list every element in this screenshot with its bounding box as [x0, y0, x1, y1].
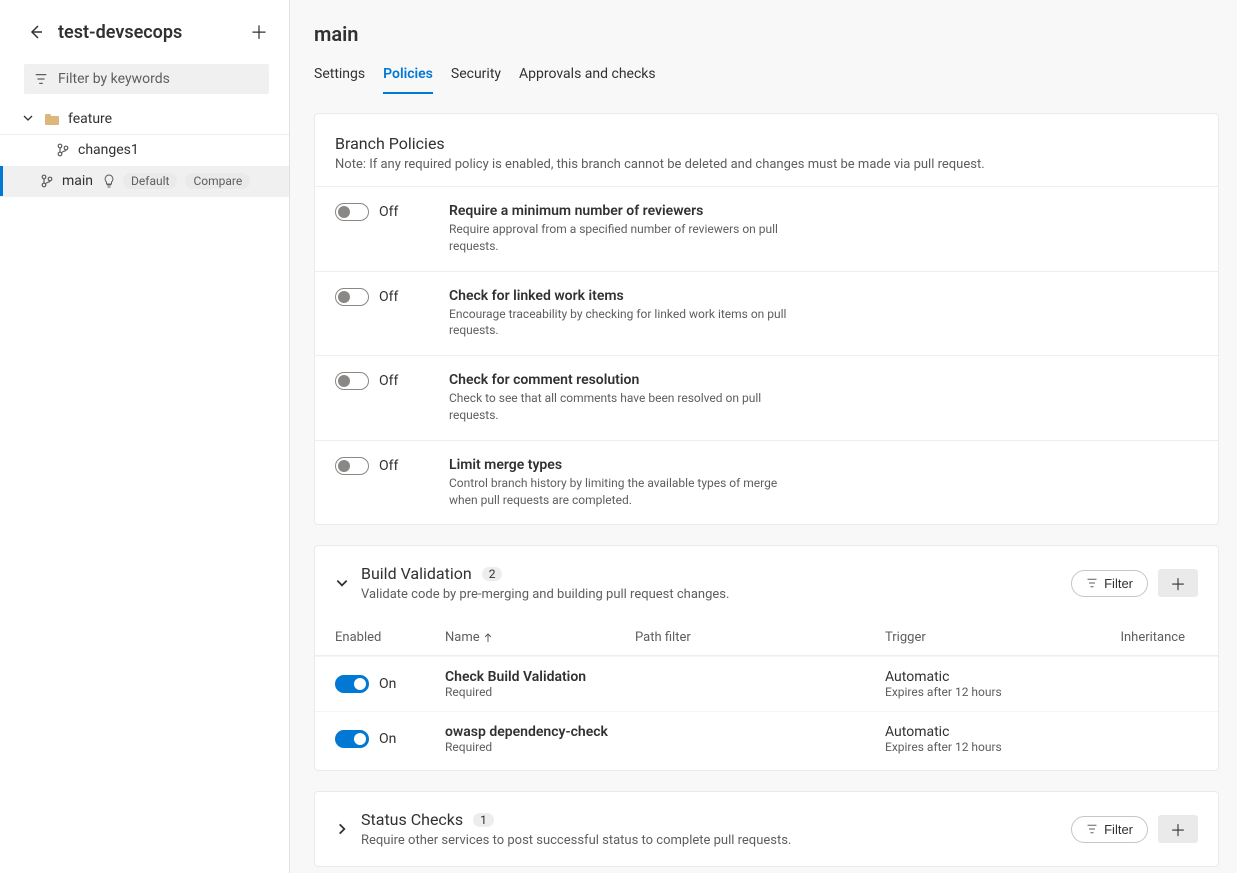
tab-policies[interactable]: Policies — [383, 60, 433, 94]
status-checks-title: Status Checks — [361, 810, 463, 829]
policy-row-limit-merge-types: Off Limit merge types Control branch his… — [315, 440, 1218, 525]
bv-name: owasp dependency-check — [445, 724, 635, 740]
build-validation-card: Build Validation 2 Validate code by pre-… — [314, 545, 1219, 771]
build-validation-row[interactable]: On Check Build Validation Required Autom… — [315, 656, 1218, 711]
sort-asc-icon — [484, 633, 492, 643]
bv-required: Required — [445, 740, 635, 754]
toggle-state: Off — [379, 204, 398, 220]
bv-required: Required — [445, 685, 635, 699]
build-validation-header: Enabled Name Path filter Trigger Inherit… — [315, 620, 1218, 656]
toggle-state: Off — [379, 289, 398, 305]
build-validation-row[interactable]: On owasp dependency-check Required Autom… — [315, 711, 1218, 766]
toggle-state: Off — [379, 458, 398, 474]
add-branch-button[interactable]: ＋ — [247, 20, 271, 44]
col-path-filter: Path filter — [635, 630, 885, 645]
repo-title: test-devsecops — [58, 22, 247, 43]
chevron-down-icon[interactable] — [335, 576, 349, 590]
toggle-state: On — [379, 676, 396, 692]
policy-desc: Check to see that all comments have been… — [449, 390, 789, 424]
filter-icon — [1086, 823, 1098, 835]
tab-security[interactable]: Security — [451, 60, 501, 94]
main-content: main Settings Policies Security Approval… — [290, 0, 1237, 873]
policy-title: Check for linked work items — [449, 288, 1198, 304]
tab-settings[interactable]: Settings — [314, 60, 365, 94]
policy-row-linked-work-items: Off Check for linked work items Encourag… — [315, 271, 1218, 356]
policy-title: Require a minimum number of reviewers — [449, 203, 1198, 219]
branch-name: main — [62, 173, 93, 189]
build-validation-title: Build Validation — [361, 564, 472, 583]
build-validation-add-button[interactable]: ＋ — [1158, 569, 1198, 597]
chevron-down-icon — [22, 112, 36, 126]
tab-approvals-and-checks[interactable]: Approvals and checks — [519, 60, 656, 94]
build-validation-count: 2 — [482, 567, 503, 581]
policy-desc: Control branch history by limiting the a… — [449, 475, 789, 509]
filter-icon — [1086, 577, 1098, 589]
policy-desc: Require approval from a specified number… — [449, 221, 789, 255]
tree-branch-main[interactable]: main Default Compare — [0, 166, 289, 197]
col-trigger: Trigger — [885, 630, 1075, 645]
tree-folder-feature[interactable]: feature — [0, 104, 289, 135]
col-inheritance: Inheritance — [1075, 630, 1185, 645]
toggle-limit-merge-types[interactable] — [335, 457, 369, 475]
build-validation-filter-button[interactable]: Filter — [1071, 570, 1148, 597]
branch-policies-card: Branch Policies Note: If any required po… — [314, 113, 1219, 525]
chevron-right-icon[interactable] — [335, 822, 349, 836]
filter-icon — [34, 72, 48, 86]
col-name[interactable]: Name — [445, 630, 635, 645]
default-badge: Default — [123, 173, 177, 189]
bv-name: Check Build Validation — [445, 669, 635, 685]
build-validation-desc: Validate code by pre-merging and buildin… — [361, 587, 1059, 602]
branch-policies-note: Note: If any required policy is enabled,… — [335, 157, 1198, 172]
back-icon[interactable] — [28, 24, 44, 40]
sidebar: test-devsecops ＋ Filter by keywords feat… — [0, 0, 290, 873]
status-checks-count: 1 — [473, 813, 494, 827]
branch-icon — [40, 174, 54, 188]
bv-expires: Expires after 12 hours — [885, 685, 1075, 699]
page-title: main — [314, 22, 1219, 46]
branch-icon — [56, 143, 70, 157]
tab-bar: Settings Policies Security Approvals and… — [314, 60, 1219, 95]
policy-title: Check for comment resolution — [449, 372, 1198, 388]
filter-placeholder: Filter by keywords — [58, 71, 170, 87]
bv-expires: Expires after 12 hours — [885, 740, 1075, 754]
status-checks-card: Status Checks 1 Require other services t… — [314, 791, 1219, 867]
branch-name: changes1 — [78, 142, 139, 158]
toggle-comment-resolution[interactable] — [335, 372, 369, 390]
policy-title: Limit merge types — [449, 457, 1198, 473]
branch-policies-title: Branch Policies — [335, 134, 1198, 153]
toggle-state: Off — [379, 373, 398, 389]
toggle-min-reviewers[interactable] — [335, 203, 369, 221]
toggle-build-row-0[interactable] — [335, 675, 369, 693]
folder-name: feature — [68, 111, 112, 127]
policy-row-min-reviewers: Off Require a minimum number of reviewer… — [315, 186, 1218, 271]
filter-keywords-input[interactable]: Filter by keywords — [24, 64, 269, 94]
folder-icon — [44, 112, 60, 126]
policy-row-comment-resolution: Off Check for comment resolution Check t… — [315, 355, 1218, 440]
toggle-build-row-1[interactable] — [335, 730, 369, 748]
status-checks-add-button[interactable]: ＋ — [1158, 815, 1198, 843]
col-enabled: Enabled — [335, 630, 445, 645]
tree-branch-changes1[interactable]: changes1 — [0, 135, 289, 166]
lightbulb-icon — [103, 174, 115, 188]
toggle-state: On — [379, 731, 396, 747]
status-checks-desc: Require other services to post successfu… — [361, 833, 1059, 848]
bv-trigger: Automatic — [885, 724, 1075, 740]
bv-trigger: Automatic — [885, 669, 1075, 685]
toggle-linked-work-items[interactable] — [335, 288, 369, 306]
status-checks-filter-button[interactable]: Filter — [1071, 816, 1148, 843]
compare-badge: Compare — [185, 173, 250, 189]
policy-desc: Encourage traceability by checking for l… — [449, 306, 789, 340]
